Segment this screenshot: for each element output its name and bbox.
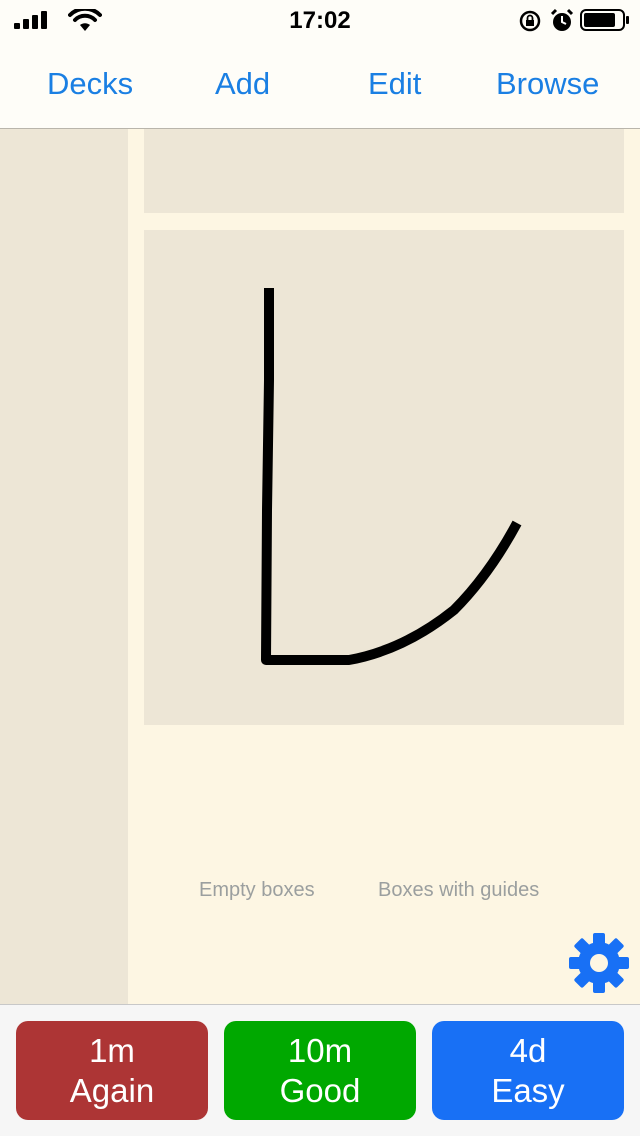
browse-button[interactable]: Browse (496, 66, 599, 102)
top-nav: Decks Add Edit Browse (0, 40, 640, 129)
boxes-with-guides-link[interactable]: Boxes with guides (378, 879, 539, 902)
easy-button[interactable]: 4d Easy (432, 1021, 624, 1120)
easy-interval: 4d (509, 1032, 547, 1069)
easy-label: Easy (491, 1072, 565, 1109)
gear-icon[interactable] (567, 931, 631, 995)
alarm-icon (550, 8, 574, 31)
battery-icon (580, 9, 629, 31)
good-interval: 10m (287, 1032, 353, 1069)
again-interval: 1m (89, 1032, 135, 1069)
again-button[interactable]: 1m Again (16, 1021, 208, 1120)
good-button[interactable]: 10m Good (224, 1021, 416, 1120)
handwritten-stroke (261, 288, 522, 665)
again-label: Again (69, 1072, 155, 1109)
left-margin-panel (0, 129, 128, 1004)
empty-boxes-link[interactable]: Empty boxes (199, 879, 315, 902)
edit-button[interactable]: Edit (368, 66, 421, 102)
add-button[interactable]: Add (215, 66, 270, 102)
drawing-canvas[interactable] (144, 230, 624, 725)
good-label: Good (279, 1072, 361, 1109)
status-bar: 17:02 (0, 0, 640, 40)
rotation-lock-icon (519, 10, 541, 32)
status-time: 17:02 (289, 7, 351, 34)
answer-box-top[interactable] (144, 129, 624, 213)
decks-button[interactable]: Decks (47, 66, 133, 102)
answer-bar: 1m Again 10m Good 4d Easy (0, 1004, 640, 1136)
